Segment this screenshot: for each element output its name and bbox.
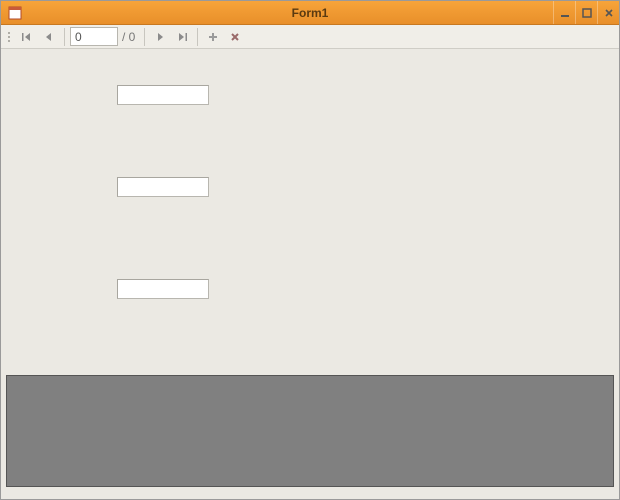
form-content [1, 49, 619, 499]
position-input[interactable] [70, 27, 118, 46]
close-button[interactable] [597, 1, 619, 24]
toolbar-separator [197, 28, 198, 46]
toolbar-separator [144, 28, 145, 46]
maximize-button[interactable] [575, 1, 597, 24]
count-label: / 0 [120, 30, 139, 44]
move-previous-button[interactable] [39, 27, 59, 47]
window-controls [553, 1, 619, 24]
move-next-button[interactable] [150, 27, 170, 47]
data-grid-panel[interactable] [6, 375, 614, 487]
move-first-button[interactable] [17, 27, 37, 47]
window-frame: Form1 / 0 [0, 0, 620, 500]
text-field-3[interactable] [117, 279, 209, 299]
text-field-1[interactable] [117, 85, 209, 105]
delete-button[interactable] [225, 27, 245, 47]
app-icon [7, 5, 23, 21]
binding-navigator-toolbar: / 0 [1, 25, 619, 49]
move-last-button[interactable] [172, 27, 192, 47]
title-bar: Form1 [1, 1, 619, 25]
toolbar-grip [8, 28, 12, 46]
add-new-button[interactable] [203, 27, 223, 47]
minimize-button[interactable] [553, 1, 575, 24]
window-title: Form1 [1, 6, 619, 20]
text-field-2[interactable] [117, 177, 209, 197]
toolbar-separator [64, 28, 65, 46]
